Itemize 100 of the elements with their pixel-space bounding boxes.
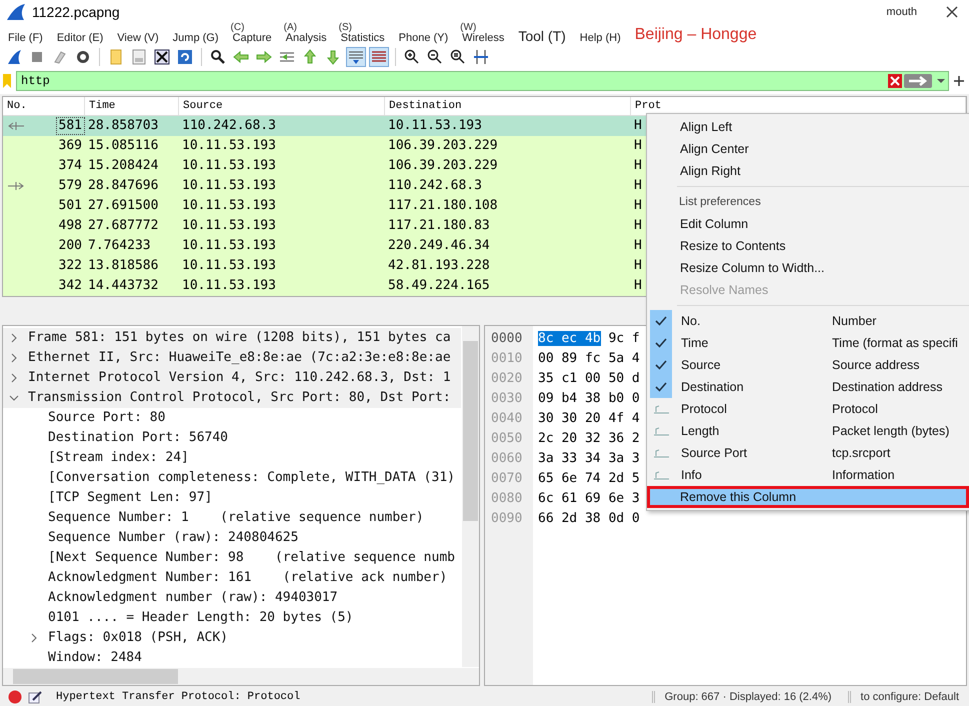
vertical-scrollbar[interactable] (462, 326, 479, 667)
tree-item[interactable]: Window: 2484 (48, 650, 142, 666)
expander-icon[interactable] (9, 392, 19, 403)
annotation-text: Beijing – Hongge (634, 26, 757, 44)
expander-icon[interactable] (9, 372, 19, 383)
menu-item[interactable]: View (V) (117, 32, 159, 44)
tree-item[interactable]: 0101 .... = Header Length: 20 bytes (5) (48, 610, 354, 626)
hex-offset: 0070 (490, 470, 524, 488)
zoom-out-icon (427, 49, 443, 66)
auto-scroll-icon (348, 49, 364, 66)
horizontal-scrollbar[interactable] (3, 668, 479, 685)
close-file-icon (154, 49, 170, 66)
menu-item[interactable]: Tool (T) (518, 28, 566, 44)
menu-item[interactable]: Align Left (647, 116, 969, 138)
hex-bytes[interactable]: 2c 20 32 36 2 (538, 430, 640, 446)
toolbar-button[interactable] (152, 47, 172, 68)
column-name[interactable]: Protocol (677, 402, 832, 416)
toolbar-button[interactable] (346, 47, 366, 68)
hex-bytes[interactable]: 00 89 fc 5a 4 (538, 350, 640, 366)
hex-bytes[interactable]: 66 2d 38 0d 0 (538, 510, 640, 526)
up-arrow-icon (302, 49, 318, 66)
table-cell-text: 110.242.68.3 (387, 178, 483, 194)
menu-item[interactable]: Capture (232, 32, 272, 44)
clear-icon[interactable] (888, 74, 902, 88)
hex-bytes[interactable]: 65 6e 74 2d 5 (538, 470, 640, 486)
expander-icon[interactable] (9, 352, 19, 363)
hex-bytes[interactable]: 3a 33 34 3a 3 (538, 450, 640, 466)
column-title: Packet length (bytes) (832, 424, 950, 438)
hex-offset: 0060 (490, 450, 524, 468)
response-arrow-icon (7, 120, 25, 131)
column-name[interactable]: Source (677, 358, 832, 372)
table-cell-text: 220.249.46.34 (387, 238, 491, 254)
hex-bytes[interactable]: 09 b4 38 b0 0 (538, 390, 640, 406)
expander-icon[interactable] (9, 332, 19, 343)
column-name[interactable]: No. (677, 314, 832, 328)
tree-item[interactable]: Sequence Number: 1 (relative sequence number) (48, 510, 424, 526)
column-header[interactable]: Destination (385, 96, 631, 115)
column-title: tcp.srcport (832, 446, 892, 460)
table-cell-text: 374 (58, 158, 83, 174)
record-icon[interactable] (8, 690, 22, 704)
edit-icon[interactable] (28, 690, 42, 704)
table-cell-text: 106.39.203.229 (387, 138, 499, 154)
column-header[interactable]: No. (3, 96, 85, 115)
column-name[interactable]: Info (677, 468, 832, 482)
profile-label[interactable]: to configure: Default (848, 690, 969, 703)
table-cell-text: 10.11.53.193 (181, 178, 277, 194)
column-header[interactable]: Time (85, 96, 179, 115)
column-name[interactable]: Destination (677, 380, 832, 394)
hex-bytes[interactable]: 30 30 20 4f 4 (538, 410, 640, 426)
tree-item[interactable]: [Next Sequence Number: 98 (relative sequence numb (48, 550, 455, 566)
toolbar-button[interactable] (369, 47, 389, 68)
hex-bytes[interactable]: 35 c1 00 50 d (538, 370, 640, 386)
table-cell-text: 10.11.53.193 (181, 278, 277, 294)
menu-item[interactable]: File (F) (8, 32, 43, 44)
user-name: mouth (886, 6, 917, 18)
menu-item[interactable]: Help (H) (580, 32, 621, 44)
selected-bytes[interactable]: 8c ec 4b (538, 330, 601, 346)
close-icon[interactable] (945, 5, 959, 20)
menu-item[interactable]: Jump (G) (172, 32, 219, 44)
gear-icon (75, 49, 91, 66)
hex-bytes[interactable]: 6c 61 69 6e 3 (538, 490, 640, 506)
table-cell-text: 28.847696 (87, 178, 160, 194)
column-name[interactable]: Source Port (677, 446, 832, 460)
column-header[interactable]: Source (179, 96, 385, 115)
hex-bytes[interactable]: 9c f (608, 330, 640, 346)
table-cell-text: 110.242.68.3 (181, 118, 277, 134)
menu-item[interactable]: Remove this Column (647, 486, 969, 508)
table-cell-text: 27.691500 (87, 198, 160, 214)
tree-item[interactable]: [TCP Segment Len: 97] (48, 490, 212, 506)
menu-item[interactable]: Resize to Contents (647, 235, 969, 257)
mnemonic-label: (S) (338, 22, 352, 34)
tree-item[interactable]: Acknowledgment Number: 161 (relative ack number) (48, 570, 448, 586)
shark-fin-icon (6, 49, 22, 66)
menu-item[interactable]: Analysis (286, 32, 327, 44)
table-cell-text: 15.208424 (87, 158, 160, 174)
table-cell-text: 106.39.203.229 (387, 158, 499, 174)
menu-item[interactable]: Editor (E) (56, 32, 104, 44)
column-name[interactable]: Time (677, 336, 832, 350)
tree-item[interactable]: Acknowledgment number (raw): 49403017 (48, 590, 338, 606)
menu-item[interactable]: Statistics (340, 32, 385, 44)
tree-item[interactable]: Destination Port: 56740 (48, 430, 228, 446)
file-icon (131, 49, 147, 66)
tree-item[interactable]: Source Port: 80 (48, 410, 166, 426)
menu-item[interactable]: Wireless (462, 32, 504, 44)
table-cell-text: 28.858703 (87, 118, 160, 134)
tree-item[interactable]: Sequence Number (raw): 240804625 (48, 530, 298, 546)
tree-item[interactable]: [Conversation completeness: Complete, WITH_DATA (31) (48, 470, 455, 486)
expander-icon[interactable] (29, 632, 39, 643)
table-cell-text: H (633, 158, 643, 174)
tree-item[interactable]: Flags: 0x018 (PSH, ACK) (48, 630, 228, 646)
menu-item[interactable]: Edit Column (647, 213, 969, 235)
add-icon[interactable] (953, 74, 965, 87)
display-filter-field[interactable]: http (16, 70, 949, 91)
table-cell-text: 10.11.53.193 (181, 258, 277, 274)
menu-item[interactable]: Phone (Y) (398, 32, 448, 44)
app-logo-icon (6, 3, 26, 22)
column-name[interactable]: Length (677, 424, 832, 438)
window-title: 11222.pcapng (32, 4, 121, 20)
tree-item[interactable]: [Stream index: 24] (48, 450, 189, 466)
column-title: Destination address (832, 380, 944, 394)
